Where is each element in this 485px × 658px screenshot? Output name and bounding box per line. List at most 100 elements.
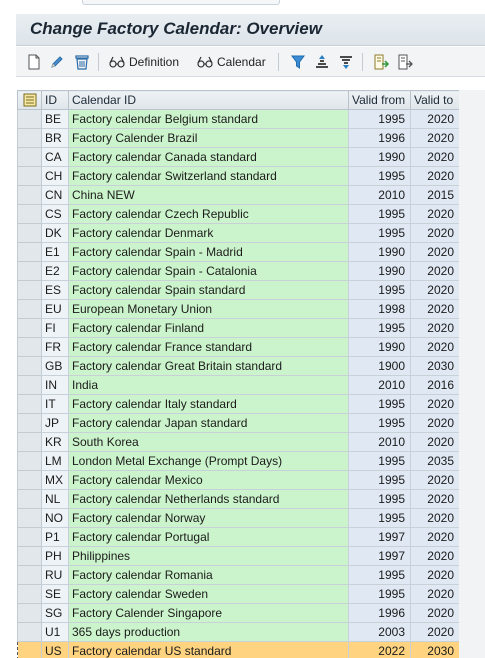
row-selector[interactable]: [17, 299, 42, 319]
row-selector[interactable]: [17, 622, 42, 642]
cell-valid-from[interactable]: 1995: [348, 280, 411, 300]
cell-calendar-name[interactable]: Factory Calender Singapore: [68, 603, 349, 623]
table-row[interactable]: CN China NEW 2010 2015: [17, 185, 460, 205]
table-row[interactable]: CS Factory calendar Czech Republic 1995 202…: [17, 204, 460, 224]
cell-id[interactable]: US: [41, 641, 69, 658]
cell-calendar-name[interactable]: Factory calendar Portugal: [68, 527, 349, 547]
cell-valid-from[interactable]: 1997: [348, 546, 411, 566]
layout-button[interactable]: [396, 51, 414, 73]
cell-calendar-name[interactable]: Factory calendar Sweden: [68, 584, 349, 604]
cell-calendar-name[interactable]: India: [68, 375, 349, 395]
cell-calendar-name[interactable]: Factory calendar Denmark: [68, 223, 349, 243]
table-row[interactable]: P1 Factory calendar Portugal 1997 2020: [17, 527, 460, 547]
table-row[interactable]: ES Factory calendar Spain standard 1995 202…: [17, 280, 460, 300]
cell-valid-from[interactable]: 1995: [348, 394, 411, 414]
cell-calendar-name[interactable]: Philippines: [68, 546, 349, 566]
cell-valid-from[interactable]: 1995: [348, 204, 411, 224]
cell-id[interactable]: CA: [41, 147, 69, 167]
create-button[interactable]: [26, 51, 42, 73]
delete-button[interactable]: [73, 51, 91, 73]
cell-valid-from[interactable]: 1998: [348, 299, 411, 319]
cell-valid-to[interactable]: 2020: [410, 242, 460, 262]
table-row[interactable]: DK Factory calendar Denmark 1995 2020: [17, 223, 460, 243]
cell-valid-to[interactable]: 2020: [410, 299, 460, 319]
cell-calendar-name[interactable]: Factory calendar Great Britain standard: [68, 356, 349, 376]
cell-calendar-name[interactable]: Factory Calender Brazil: [68, 128, 349, 148]
row-selector[interactable]: [17, 394, 42, 414]
cell-id[interactable]: PH: [41, 546, 69, 566]
row-selector[interactable]: [17, 242, 42, 262]
column-header-valid-from[interactable]: Valid from: [348, 90, 411, 110]
cell-valid-from[interactable]: 1990: [348, 147, 411, 167]
cell-valid-to[interactable]: 2020: [410, 565, 460, 585]
table-row[interactable]: SG Factory Calender Singapore 1996 2020: [17, 603, 460, 623]
table-row[interactable]: RU Factory calendar Romania 1995 2020: [17, 565, 460, 585]
select-all-cell[interactable]: [17, 90, 42, 110]
cell-valid-from[interactable]: 1995: [348, 489, 411, 509]
cell-valid-from[interactable]: 1990: [348, 261, 411, 281]
cell-valid-to[interactable]: 2020: [410, 546, 460, 566]
cell-calendar-name[interactable]: Factory calendar Spain standard: [68, 280, 349, 300]
cell-valid-to[interactable]: 2035: [410, 451, 460, 471]
row-selector[interactable]: [17, 603, 42, 623]
cell-id[interactable]: CS: [41, 204, 69, 224]
cell-valid-to[interactable]: 2020: [410, 622, 460, 642]
cell-valid-from[interactable]: 1995: [348, 584, 411, 604]
cell-valid-from[interactable]: 1995: [348, 413, 411, 433]
table-row[interactable]: E2 Factory calendar Spain - Catalonia 1990…: [17, 261, 460, 281]
row-selector[interactable]: [17, 432, 42, 452]
cell-valid-from[interactable]: 1995: [348, 109, 411, 129]
row-selector[interactable]: [17, 337, 42, 357]
row-selector[interactable]: [17, 489, 42, 509]
row-selector[interactable]: [17, 147, 42, 167]
table-row[interactable]: FR Factory calendar France standard 1990 20…: [17, 337, 460, 357]
cell-calendar-name[interactable]: China NEW: [68, 185, 349, 205]
row-selector[interactable]: [17, 109, 42, 129]
cell-valid-from[interactable]: 1995: [348, 470, 411, 490]
cell-valid-from[interactable]: 1995: [348, 451, 411, 471]
cell-calendar-name[interactable]: Factory calendar Netherlands standard: [68, 489, 349, 509]
sort-ascending-button[interactable]: [314, 51, 330, 73]
table-row[interactable]: IN India 2010 2016: [17, 375, 460, 395]
cell-id[interactable]: MX: [41, 470, 69, 490]
table-row[interactable]: NO Factory calendar Norway 1995 2020: [17, 508, 460, 528]
cell-id[interactable]: LM: [41, 451, 69, 471]
column-header-calendar-id[interactable]: Calendar ID: [68, 90, 349, 110]
cell-valid-from[interactable]: 1995: [348, 508, 411, 528]
cell-id[interactable]: E1: [41, 242, 69, 262]
cell-calendar-name[interactable]: Factory calendar Mexico: [68, 470, 349, 490]
row-selector[interactable]: [17, 546, 42, 566]
cell-id[interactable]: ES: [41, 280, 69, 300]
row-selector[interactable]: [17, 223, 42, 243]
table-row[interactable]: EU European Monetary Union 1998 2020: [17, 299, 460, 319]
table-row[interactable]: JP Factory calendar Japan standard 1995 202…: [17, 413, 460, 433]
cell-valid-from[interactable]: 1996: [348, 603, 411, 623]
cell-id[interactable]: BR: [41, 128, 69, 148]
definition-button[interactable]: Definition: [108, 51, 179, 73]
cell-calendar-name[interactable]: Factory calendar Czech Republic: [68, 204, 349, 224]
cell-calendar-name[interactable]: Factory calendar Romania: [68, 565, 349, 585]
cell-id[interactable]: DK: [41, 223, 69, 243]
cell-calendar-name[interactable]: Factory calendar Spain - Catalonia: [68, 261, 349, 281]
cell-valid-to[interactable]: 2030: [410, 641, 460, 658]
table-row[interactable]: IT Factory calendar Italy standard 1995 202…: [17, 394, 460, 414]
export-button[interactable]: [372, 51, 390, 73]
row-selector[interactable]: [17, 470, 42, 490]
table-row[interactable]: KR South Korea 2010 2020: [17, 432, 460, 452]
table-row[interactable]: CA Factory calendar Canada standard 1990 20…: [17, 147, 460, 167]
filter-button[interactable]: [290, 51, 306, 73]
cell-valid-from[interactable]: 1995: [348, 223, 411, 243]
cell-valid-to[interactable]: 2016: [410, 375, 460, 395]
cell-calendar-name[interactable]: Factory calendar Belgium standard: [68, 109, 349, 129]
cell-valid-to[interactable]: 2020: [410, 413, 460, 433]
cell-id[interactable]: U1: [41, 622, 69, 642]
row-selector[interactable]: [17, 375, 42, 395]
cell-valid-to[interactable]: 2020: [410, 527, 460, 547]
cell-calendar-name[interactable]: European Monetary Union: [68, 299, 349, 319]
cell-id[interactable]: RU: [41, 565, 69, 585]
cell-calendar-name[interactable]: Factory calendar Switzerland standard: [68, 166, 349, 186]
cell-calendar-name[interactable]: 365 days production: [68, 622, 349, 642]
cell-id[interactable]: CN: [41, 185, 69, 205]
cell-valid-to[interactable]: 2020: [410, 166, 460, 186]
cell-valid-to[interactable]: 2030: [410, 356, 460, 376]
